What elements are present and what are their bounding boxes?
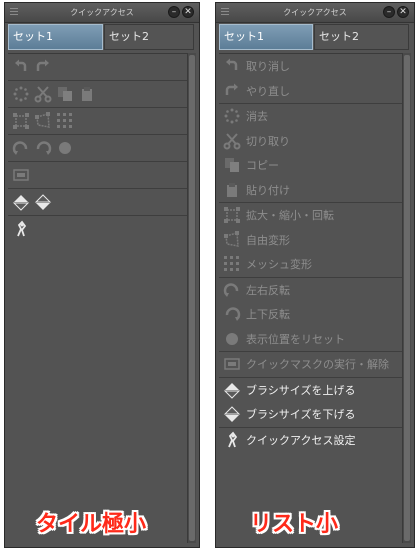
tile-area: [8, 53, 187, 543]
list-item[interactable]: 消去: [219, 104, 402, 129]
list-item[interactable]: 拡大・縮小・回転: [219, 203, 402, 228]
tile-group-transform: [8, 108, 187, 135]
list-item[interactable]: 左右反転: [219, 278, 402, 303]
paste-icon[interactable]: [78, 85, 96, 103]
redo-icon: [223, 82, 241, 100]
tile-group-history: [8, 54, 187, 81]
brush-size-down-icon[interactable]: [34, 193, 52, 211]
list-item[interactable]: 貼り付け: [219, 178, 402, 203]
list-item-label: 消去: [246, 110, 268, 124]
clear-icon: [223, 107, 241, 125]
undo-icon: [223, 57, 241, 75]
tab-set2[interactable]: セット2: [314, 24, 409, 50]
brush-size-down-icon: [223, 405, 241, 423]
scrollbar[interactable]: [187, 53, 196, 543]
list-item-label: やり直し: [246, 84, 290, 98]
list-item[interactable]: 切り取り: [219, 129, 402, 154]
flip-vertical-icon: [223, 305, 241, 323]
tab-set2[interactable]: セット2: [104, 24, 194, 50]
quick-mask-icon[interactable]: [12, 166, 30, 184]
paste-icon: [223, 181, 241, 199]
close-icon[interactable]: ✕: [182, 6, 194, 18]
list-item[interactable]: 取り消し: [219, 54, 402, 79]
list-item[interactable]: やり直し: [219, 79, 402, 104]
tab-bar: セット1 セット2: [219, 24, 411, 51]
copy-icon[interactable]: [56, 85, 74, 103]
tab-set1[interactable]: セット1: [219, 24, 313, 50]
quick-access-settings-icon[interactable]: [12, 220, 30, 238]
tile-group-edit: [8, 81, 187, 108]
list-item-label: コピー: [246, 159, 279, 173]
quick-access-panel-list: クイックアクセス – ✕ セット1 セット2 取り消し やり直し 消去 切り取り…: [215, 2, 415, 548]
list-item[interactable]: ブラシサイズを下げる: [219, 402, 402, 428]
list-item[interactable]: 表示位置をリセット: [219, 327, 402, 352]
tab-set1[interactable]: セット1: [8, 24, 103, 50]
caption-list-small: リスト小: [250, 512, 339, 537]
list-item-label: ブラシサイズを下げる: [246, 408, 356, 422]
mesh-transform-icon: [223, 255, 241, 273]
list-item[interactable]: ブラシサイズを上げる: [219, 378, 402, 403]
scrollbar[interactable]: [402, 53, 411, 543]
minimize-icon[interactable]: –: [168, 6, 180, 18]
tile-group-view: [8, 135, 187, 162]
clear-icon[interactable]: [12, 85, 30, 103]
panel-titlebar[interactable]: クイックアクセス – ✕: [5, 3, 199, 23]
mesh-transform-icon[interactable]: [56, 112, 74, 130]
copy-icon: [223, 156, 241, 174]
brush-size-up-icon[interactable]: [12, 193, 30, 211]
list-item-label: 切り取り: [246, 134, 290, 148]
flip-horizontal-icon: [223, 281, 241, 299]
tile-group-mask: [8, 162, 187, 189]
free-transform-icon[interactable]: [34, 112, 52, 130]
list-item-label: クイックマスクの実行・解除: [246, 358, 389, 372]
tile-group-settings: [8, 216, 187, 242]
list-item-label: ブラシサイズを上げる: [246, 383, 356, 397]
flip-vertical-icon[interactable]: [34, 139, 52, 157]
undo-icon[interactable]: [12, 58, 30, 76]
quick-mask-icon: [223, 355, 241, 373]
list-item-label: メッシュ変形: [246, 258, 312, 272]
list-item[interactable]: メッシュ変形: [219, 252, 402, 278]
close-icon[interactable]: ✕: [397, 6, 409, 18]
tile-group-brush: [8, 189, 187, 216]
list-item-label: 取り消し: [246, 60, 290, 74]
free-transform-icon: [223, 230, 241, 249]
list-item-label: 貼り付け: [246, 183, 290, 197]
caption-tile-extra-small: タイル極小: [36, 512, 147, 537]
list-item-label: 表示位置をリセット: [246, 332, 345, 346]
list-area: 取り消し やり直し 消去 切り取り コピー 貼り付け 拡大・縮小・回転 自由変形…: [219, 53, 402, 543]
list-item[interactable]: コピー: [219, 153, 402, 178]
minimize-icon[interactable]: –: [383, 6, 395, 18]
scale-rotate-icon[interactable]: [12, 112, 30, 130]
scale-rotate-icon: [223, 206, 241, 224]
list-item-label: 拡大・縮小・回転: [246, 209, 334, 223]
tab-bar: セット1 セット2: [8, 24, 196, 51]
cut-icon: [223, 132, 241, 150]
quick-access-settings-icon: [223, 431, 241, 449]
redo-icon[interactable]: [34, 58, 52, 76]
list-item-label: 自由変形: [246, 233, 290, 247]
list-item-label: 左右反転: [246, 283, 290, 297]
quick-access-panel-tile: クイックアクセス – ✕ セット1 セット2: [4, 2, 200, 548]
reset-view-icon[interactable]: [56, 139, 74, 157]
list-item[interactable]: クイックマスクの実行・解除: [219, 352, 402, 378]
list-item[interactable]: 上下反転: [219, 302, 402, 327]
scroll-thumb[interactable]: [404, 55, 410, 541]
brush-size-up-icon: [223, 381, 241, 399]
list-item-label: 上下反転: [246, 308, 290, 322]
list-item[interactable]: クイックアクセス設定: [219, 428, 402, 453]
reset-view-icon: [223, 330, 241, 348]
cut-icon[interactable]: [34, 85, 52, 103]
list-item-label: クイックアクセス設定: [246, 433, 356, 447]
list-item[interactable]: 自由変形: [219, 228, 402, 253]
panel-titlebar[interactable]: クイックアクセス – ✕: [216, 3, 414, 23]
scroll-thumb[interactable]: [189, 55, 195, 541]
flip-horizontal-icon[interactable]: [12, 139, 30, 157]
